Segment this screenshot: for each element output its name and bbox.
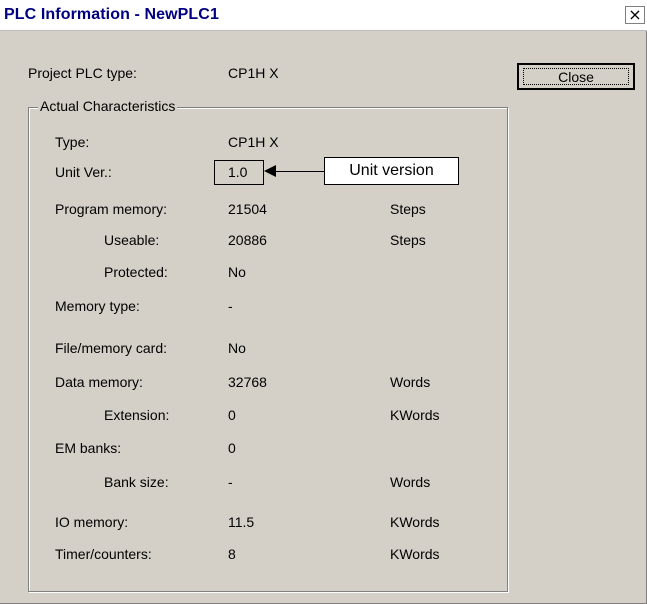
protected-value: No [228, 264, 246, 280]
program-memory-label: Program memory: [55, 201, 168, 217]
title-bar[interactable]: PLC Information - NewPLC1 × [0, 0, 647, 31]
memory-type-value: - [228, 298, 233, 314]
timer-counters-label: Timer/counters: [55, 546, 152, 562]
type-value: CP1H X [228, 134, 279, 150]
program-memory-value: 21504 [228, 201, 267, 217]
data-memory-label: Data memory: [55, 374, 143, 390]
arrow-left-icon [264, 165, 276, 177]
extension-label: Extension: [104, 407, 170, 423]
focus-rect [523, 68, 629, 85]
unit-ver-value: 1.0 [228, 164, 248, 180]
bank-size-value: - [228, 474, 233, 490]
close-icon[interactable]: × [625, 6, 645, 24]
em-banks-label: EM banks: [55, 440, 122, 456]
unit-ver-label: Unit Ver.: [55, 164, 112, 180]
bank-size-label: Bank size: [104, 474, 169, 490]
data-memory-value: 32768 [228, 374, 267, 390]
plc-information-dialog: PLC Information - NewPLC1 × Project PLC … [0, 0, 647, 604]
file-memory-card-label: File/memory card: [55, 340, 168, 356]
bank-size-unit: Words [390, 474, 431, 490]
program-memory-unit: Steps [390, 201, 426, 217]
group-legend: Actual Characteristics [38, 98, 178, 114]
timer-counters-value: 8 [228, 546, 236, 562]
em-banks-value: 0 [228, 440, 236, 456]
callout-line [276, 171, 324, 172]
window-title: PLC Information - NewPLC1 [4, 6, 219, 23]
extension-value: 0 [228, 407, 236, 423]
unit-version-callout: Unit version [324, 157, 459, 185]
memory-type-label: Memory type: [55, 298, 140, 314]
project-plc-type-value: CP1H X [228, 65, 279, 81]
useable-unit: Steps [390, 232, 426, 248]
io-memory-label: IO memory: [55, 514, 129, 530]
extension-unit: KWords [390, 407, 440, 423]
io-memory-value: 11.5 [228, 514, 255, 530]
callout-text: Unit version [349, 162, 434, 179]
useable-value: 20886 [228, 232, 267, 248]
project-plc-type-label: Project PLC type: [28, 65, 137, 81]
timer-counters-unit: KWords [390, 546, 440, 562]
data-memory-unit: Words [390, 374, 431, 390]
useable-label: Useable: [104, 232, 160, 248]
file-memory-card-value: No [228, 340, 246, 356]
close-button[interactable]: Close [517, 63, 635, 90]
protected-label: Protected: [104, 264, 168, 280]
type-label: Type: [55, 134, 90, 150]
io-memory-unit: KWords [390, 514, 440, 530]
